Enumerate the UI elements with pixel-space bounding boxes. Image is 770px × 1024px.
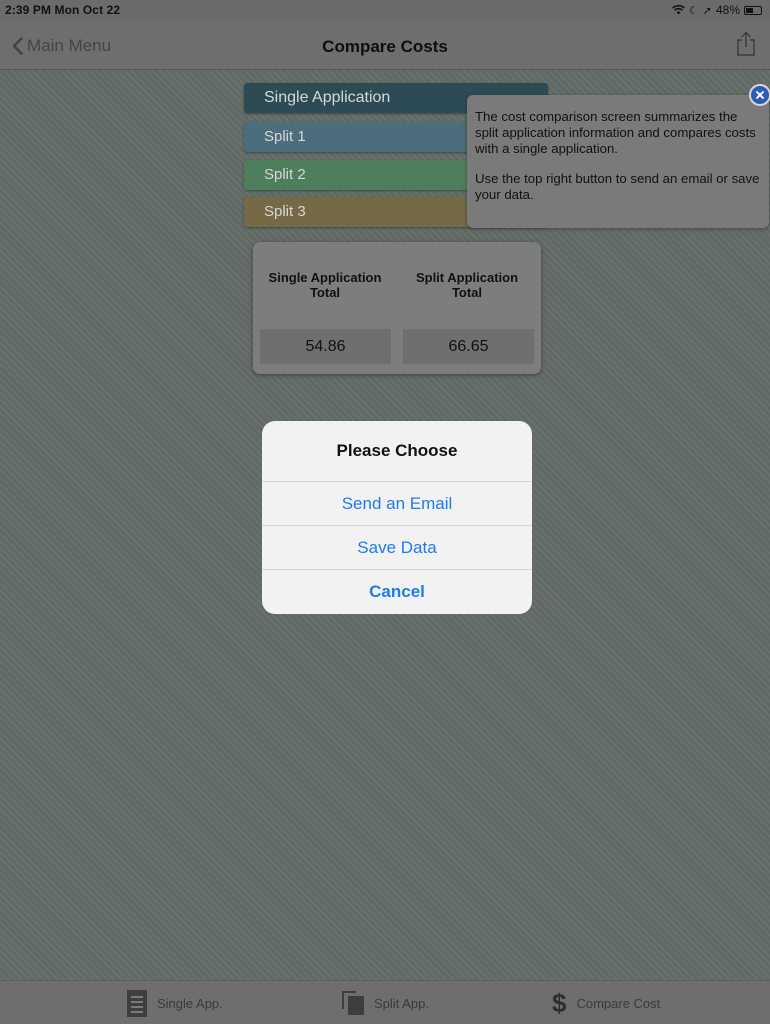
navigation-bar: Main Menu Compare Costs <box>0 20 770 70</box>
wifi-icon <box>671 5 685 15</box>
battery-fill <box>746 7 753 13</box>
battery-percent: 48% <box>715 3 740 17</box>
document-icon <box>127 989 147 1017</box>
tab-split-app-label: Split App. <box>374 995 429 1011</box>
share-icon[interactable] <box>735 31 757 57</box>
status-right: ☾ ➚ 48% <box>671 3 762 17</box>
single-total-value: 54.86 <box>260 329 391 364</box>
tooltip-text-2: Use the top right button to send an emai… <box>475 171 760 202</box>
tab-compare-cost-label: Compare Cost <box>576 995 661 1011</box>
moon-icon: ☾ <box>688 4 699 17</box>
choice-alert: Please Choose Send an Email Save Data Ca… <box>262 421 532 614</box>
documents-icon <box>342 991 364 1015</box>
tab-single-app[interactable]: Single App. <box>127 981 223 1024</box>
tab-compare-cost[interactable]: $ Compare Cost <box>552 981 660 1024</box>
cancel-button[interactable]: Cancel <box>262 569 532 613</box>
location-icon: ➚ <box>702 4 712 17</box>
tab-split-app[interactable]: Split App. <box>342 981 429 1024</box>
totals-card: Single Application Total Split Applicati… <box>253 242 541 374</box>
battery-icon <box>744 5 762 15</box>
split-total-value: 66.65 <box>403 329 534 364</box>
page-title: Compare Costs <box>322 37 448 56</box>
ipad-screen: 2:39 PM Mon Oct 22 ☾ ➚ 48% Main Menu Com… <box>0 0 770 1024</box>
status-bar: 2:39 PM Mon Oct 22 ☾ ➚ 48% <box>0 0 770 20</box>
help-tooltip: The cost comparison screen summarizes th… <box>467 95 769 228</box>
send-email-button[interactable]: Send an Email <box>262 481 532 525</box>
tab-single-app-label: Single App. <box>157 995 223 1011</box>
close-icon[interactable] <box>749 84 770 106</box>
alert-title: Please Choose <box>336 441 458 460</box>
split-total-header: Split Application Total <box>415 270 519 300</box>
tooltip-text-1: The cost comparison screen summarizes th… <box>475 109 756 156</box>
status-time: 2:39 PM Mon Oct 22 <box>5 3 121 17</box>
save-data-button[interactable]: Save Data <box>262 525 532 569</box>
dollar-icon: $ <box>552 988 567 1018</box>
compare-costs-content: Single Application Split 1 Split 2 Split… <box>0 70 770 980</box>
tab-bar: Single App. Split App. $ Compare Cost <box>0 980 770 1024</box>
single-total-header: Single Application Total <box>268 270 382 300</box>
